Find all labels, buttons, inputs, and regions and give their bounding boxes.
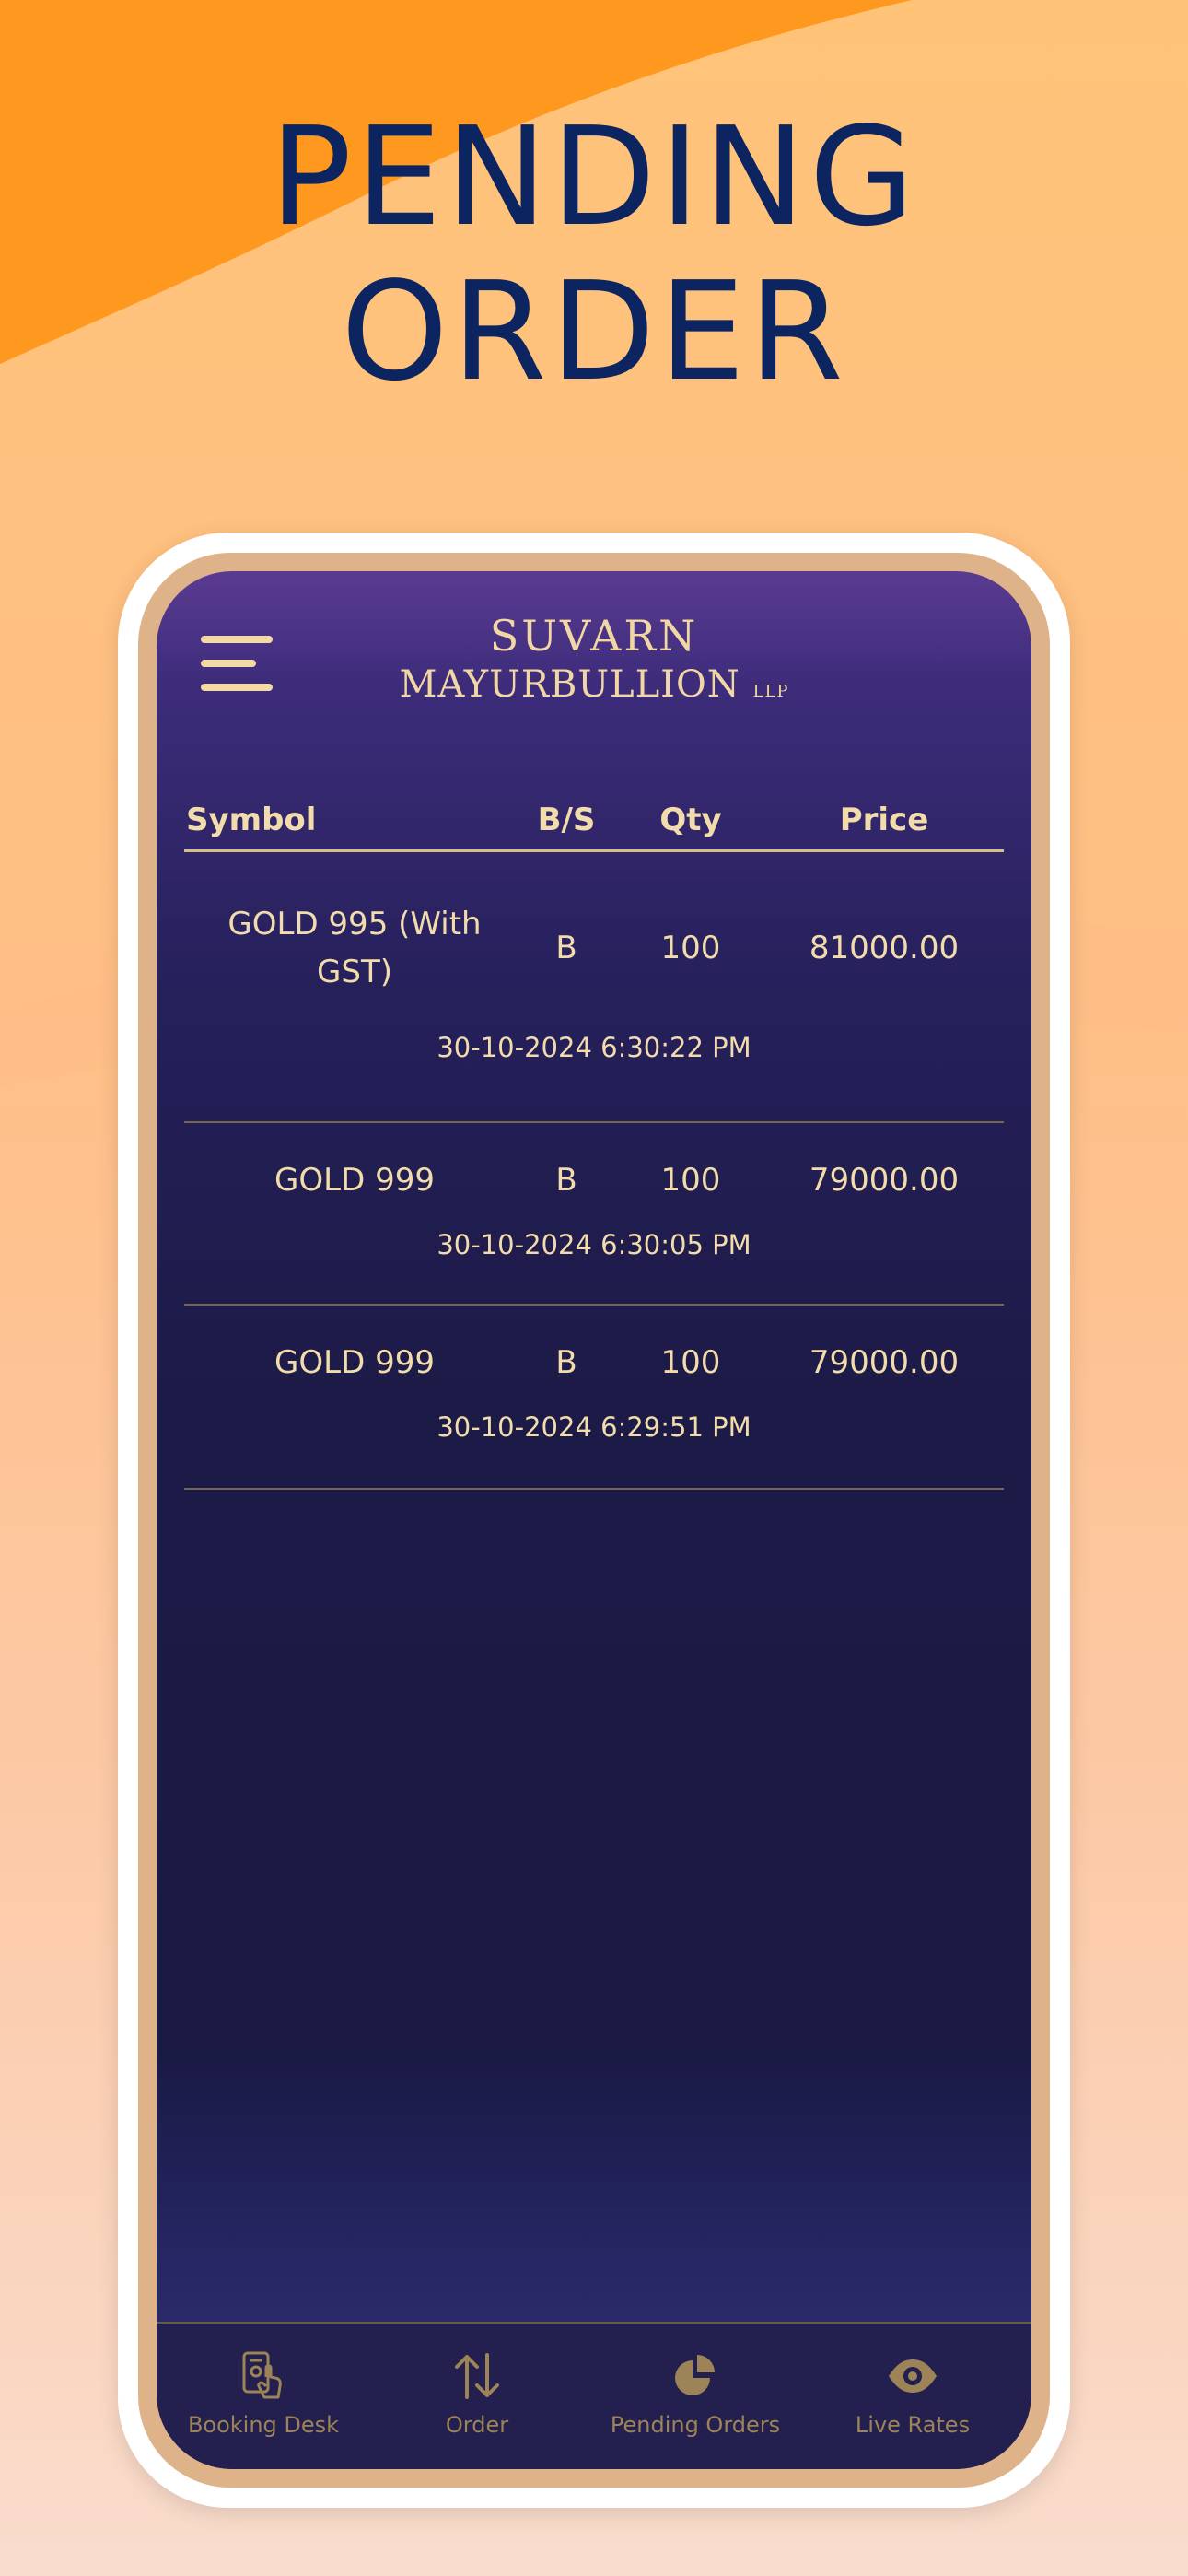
header-qty: Qty	[659, 802, 722, 838]
menu-icon-bar	[201, 660, 256, 667]
header-bs: B/S	[537, 802, 596, 838]
pie-chart-icon	[675, 2355, 715, 2395]
order-price: 79000.00	[809, 1162, 960, 1199]
order-price: 79000.00	[809, 1344, 960, 1381]
order-qty: 100	[660, 1162, 721, 1199]
table-header: Symbol B/S Qty Price	[184, 794, 1004, 852]
order-side: B	[555, 1162, 577, 1199]
eye-icon	[889, 2359, 937, 2393]
page-headline: PENDING ORDER	[0, 100, 1188, 409]
order-time: 30-10-2024 6:30:05 PM	[437, 1229, 751, 1260]
nav-label: Booking Desk	[187, 2412, 340, 2438]
order-symbol: GOLD 999	[274, 1344, 435, 1381]
nav-booking-desk[interactable]: Booking Desk	[162, 2349, 365, 2438]
order-symbol: GOLD 995 (With GST)	[203, 900, 507, 996]
menu-icon-bar	[201, 684, 273, 691]
header-symbol: Symbol	[186, 802, 317, 838]
nav-label: Pending Orders	[610, 2412, 781, 2438]
nav-live-rates[interactable]: Live Rates	[811, 2349, 1014, 2438]
order-row[interactable]: GOLD 995 (With GST) B 100 81000.00 30-10…	[184, 854, 1004, 1123]
phone-mockup: SUVARN MAYURBULLION LLP Symbol B/S Qty P…	[118, 533, 1070, 2508]
logo-suffix: LLP	[752, 682, 789, 701]
header-price: Price	[839, 802, 929, 838]
bottom-nav: Booking Desk Order Pending Orders Live R…	[157, 2322, 1031, 2469]
order-symbol-line: GST)	[317, 954, 392, 990]
order-price: 81000.00	[809, 930, 960, 966]
menu-icon-bar	[201, 636, 273, 643]
app-screen: SUVARN MAYURBULLION LLP Symbol B/S Qty P…	[157, 571, 1031, 2469]
order-row[interactable]: GOLD 999 B 100 79000.00 30-10-2024 6:30:…	[184, 1123, 1004, 1306]
logo-line-1: SUVARN	[489, 611, 699, 661]
brand-logo: SUVARN MAYURBULLION LLP	[387, 610, 801, 715]
order-time: 30-10-2024 6:30:22 PM	[437, 1032, 751, 1063]
order-symbol-line: GOLD 995 (With	[227, 906, 482, 943]
logo-name: MAYURBULLION	[399, 663, 740, 706]
booking-desk-icon	[242, 2351, 282, 2399]
menu-button[interactable]	[201, 636, 273, 691]
order-time: 30-10-2024 6:29:51 PM	[437, 1411, 751, 1443]
nav-pending-orders[interactable]: Pending Orders	[594, 2349, 797, 2438]
swap-arrows-icon	[455, 2353, 499, 2399]
order-side: B	[555, 1344, 577, 1381]
headline-line-2: ORDER	[341, 252, 847, 411]
order-qty: 100	[660, 1344, 721, 1381]
nav-label: Order	[445, 2412, 509, 2438]
phone-frame: SUVARN MAYURBULLION LLP Symbol B/S Qty P…	[138, 553, 1050, 2488]
order-qty: 100	[660, 930, 721, 966]
nav-order[interactable]: Order	[376, 2349, 578, 2438]
order-row[interactable]: GOLD 999 B 100 79000.00 30-10-2024 6:29:…	[184, 1306, 1004, 1490]
headline-line-1: PENDING	[269, 98, 919, 256]
order-side: B	[555, 930, 577, 966]
nav-label: Live Rates	[855, 2412, 971, 2438]
logo-line-2: MAYURBULLION LLP	[387, 662, 801, 715]
order-symbol: GOLD 999	[274, 1162, 435, 1199]
